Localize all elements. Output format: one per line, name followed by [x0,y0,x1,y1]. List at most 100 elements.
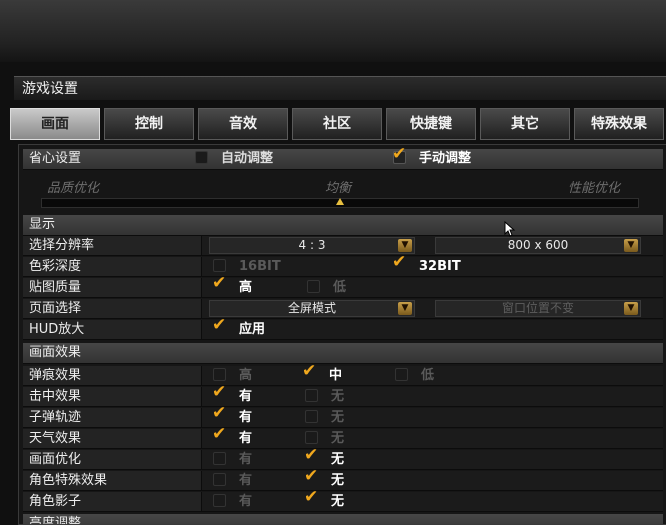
hit-no-option[interactable]: 无 [305,387,375,406]
easy-settings-row: 省心设置 自动调整 ✔ 手动调整 [23,145,663,170]
checkbox-icon [305,389,318,402]
char-special-label-cell: 角色特殊效果 [23,471,202,490]
display-section-header: 显示 [23,215,663,236]
optimize-label: 画面优化 [29,452,82,467]
color-depth-label: 色彩深度 [29,259,82,274]
checkbox-icon [307,280,320,293]
bullet-hole-mid-option[interactable]: ✔ 中 [302,362,373,385]
checkbox-icon [195,151,208,164]
auto-adjust-option[interactable]: 自动调整 [195,149,335,168]
checkmark-icon: ✔ [304,487,319,507]
char-shadow-yes-option[interactable]: 有 [213,492,283,511]
checkmark-icon: ✔ [212,403,227,423]
slider-thumb-icon[interactable] [336,198,344,205]
char-special-row: 角色特殊效果 有 ✔ 无 [23,467,663,491]
bullet-trail-no-option[interactable]: 无 [305,408,375,427]
tab-graphics[interactable]: 画面 [10,108,100,140]
page-select-row: 页面选择 全屏模式 ▼ 窗口位置不变 ▼ [23,299,663,319]
hud-label: HUD放大 [29,322,85,337]
manual-adjust-option[interactable]: ✔ 手动调整 [392,145,533,168]
checkbox-icon [213,452,226,465]
checkmark-icon: ✔ [212,382,227,402]
color-depth-16bit-option[interactable]: 16BIT [213,257,313,276]
tab-control[interactable]: 控制 [104,108,194,140]
bullet-hole-low-option[interactable]: 低 [395,366,465,385]
checkmark-icon: ✔ [392,144,407,164]
hit-effect-row: 击中效果 ✔ 有 无 [23,383,663,407]
weather-label: 天气效果 [29,431,82,446]
aspect-ratio-value: 4 : 3 [298,238,326,252]
hit-label: 击中效果 [29,389,82,404]
resolution-label-cell: 选择分辨率 [23,236,202,255]
texture-label-cell: 贴图质量 [23,278,202,297]
window-position-dropdown[interactable]: 窗口位置不变 ▼ [435,300,641,317]
char-shadow-no-option[interactable]: ✔ 无 [304,488,375,511]
window-title: 游戏设置 [14,76,666,100]
checkbox-icon [395,368,408,381]
color-depth-32bit-option[interactable]: ✔ 32BIT [392,253,493,276]
checkmark-icon: ✔ [212,424,227,444]
checkmark-icon: ✔ [302,361,317,381]
window-top-bar [0,0,666,62]
resolution-dropdown[interactable]: 800 x 600 ▼ [435,237,641,254]
height-section-title: 高度调整 [29,516,82,525]
checkmark-icon: ✔ [304,466,319,486]
window-position-value: 窗口位置不变 [501,301,574,315]
char-shadow-row: 角色影子 有 ✔ 无 [23,488,663,512]
quality-slider[interactable] [41,198,639,208]
checkbox-icon [213,259,226,272]
weather-yes-option[interactable]: ✔ 有 [212,425,283,448]
checkbox-icon [213,368,226,381]
resolution-label: 选择分辨率 [29,238,95,253]
optimize-row: 画面优化 有 ✔ 无 [23,446,663,470]
weather-row: 天气效果 ✔ 有 无 [23,425,663,449]
hit-label-cell: 击中效果 [23,387,202,406]
hud-label-cell: HUD放大 [23,320,202,339]
tab-special-effects[interactable]: 特殊效果 [574,108,664,140]
easy-settings-label: 省心设置 [29,151,82,166]
tab-sound[interactable]: 音效 [198,108,288,140]
aspect-ratio-dropdown[interactable]: 4 : 3 ▼ [209,237,415,254]
tab-other[interactable]: 其它 [480,108,570,140]
screen-mode-value: 全屏模式 [287,301,336,315]
hud-apply-option[interactable]: ✔ 应用 [212,316,313,339]
char-shadow-label-cell: 角色影子 [23,492,202,511]
quality-label-right: 性能优化 [568,181,621,196]
char-shadow-label: 角色影子 [29,494,82,509]
height-section-header: 高度调整 [23,514,663,525]
char-special-yes-option[interactable]: 有 [213,471,283,490]
checkmark-icon: ✔ [392,252,407,272]
effects-section-title: 画面效果 [29,345,82,360]
hud-scale-row: HUD放大 ✔ 应用 [23,316,663,340]
quality-label-left: 品质优化 [47,181,100,196]
bullet-hole-row: 弹痕效果 高 ✔ 中 低 [23,362,663,386]
page-select-label: 页面选择 [29,301,82,316]
checkbox-icon [305,410,318,423]
texture-label: 贴图质量 [29,280,82,295]
quality-label-mid: 均衡 [325,181,352,196]
tab-hotkeys[interactable]: 快捷键 [386,108,476,140]
weather-label-cell: 天气效果 [23,429,202,448]
page-select-label-cell: 页面选择 [23,299,202,318]
color-depth-row: 色彩深度 16BIT ✔ 32BIT [23,253,663,277]
tab-bar: 画面 控制 音效 社区 快捷键 其它 特殊效果 [10,108,666,140]
chevron-down-icon: ▼ [624,302,638,315]
bullet-hole-label: 弹痕效果 [29,368,82,383]
settings-panel: 省心设置 自动调整 ✔ 手动调整 品质优化 均衡 性能优化 显示 选择分辨率 4… [18,144,666,525]
chevron-down-icon: ▼ [398,239,412,252]
color-depth-label-cell: 色彩深度 [23,257,202,276]
resolution-row: 选择分辨率 4 : 3 ▼ 800 x 600 ▼ [23,236,663,256]
texture-high-option[interactable]: ✔ 高 [212,274,293,297]
chevron-down-icon: ▼ [398,302,412,315]
effects-section-header: 画面效果 [23,343,663,364]
texture-quality-row: 贴图质量 ✔ 高 低 [23,274,663,298]
bullet-hole-label-cell: 弹痕效果 [23,366,202,385]
resolution-value: 800 x 600 [507,238,569,252]
screen-mode-dropdown[interactable]: 全屏模式 ▼ [209,300,415,317]
checkbox-icon [305,431,318,444]
tab-community[interactable]: 社区 [292,108,382,140]
checkmark-icon: ✔ [304,445,319,465]
texture-low-option[interactable]: 低 [307,278,387,297]
optimize-yes-option[interactable]: 有 [213,450,283,469]
display-section-title: 显示 [29,217,56,232]
